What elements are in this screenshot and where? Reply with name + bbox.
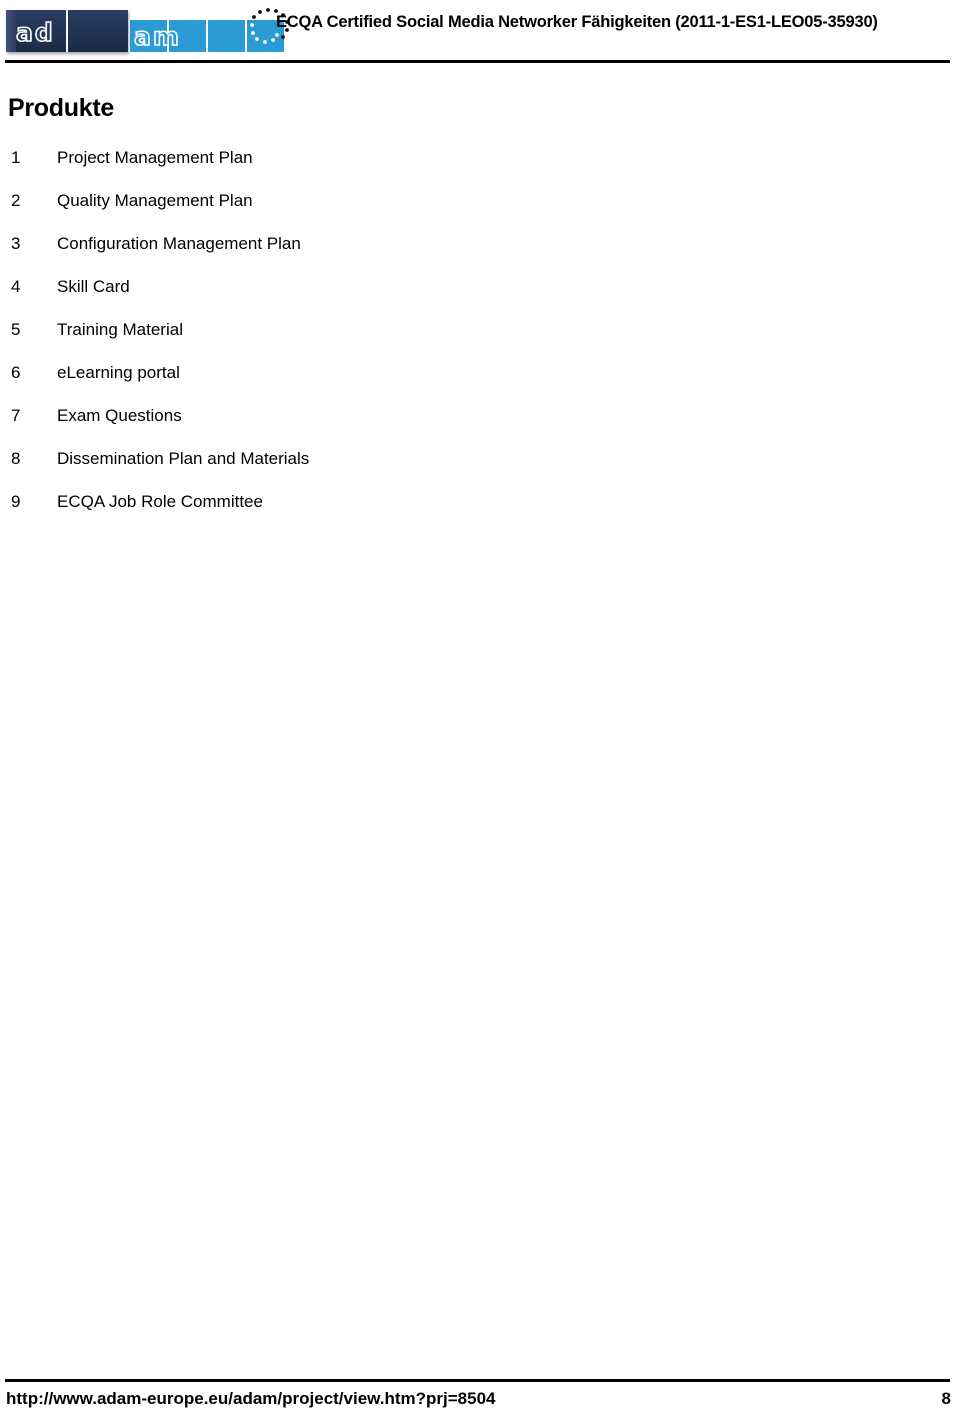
product-number: 4 [11,277,21,296]
product-label: Training Material [57,320,183,339]
product-number: 8 [11,449,21,468]
page-title: Produkte [8,94,114,122]
header-divider [5,60,950,63]
product-row: 5 Training Material [0,320,900,363]
product-row: 8 Dissemination Plan and Materials [0,449,900,492]
product-number: 6 [11,363,21,382]
footer-source-url[interactable]: http://www.adam-europe.eu/adam/project/v… [6,1389,496,1409]
product-label: Project Management Plan [57,148,253,167]
product-row: 4 Skill Card [0,277,900,320]
product-label: Quality Management Plan [57,191,253,210]
product-number: 7 [11,406,21,425]
product-number: 9 [11,492,21,511]
logo-ad-text: ad [15,18,55,47]
product-label: Exam Questions [57,406,182,425]
footer-page-number: 8 [941,1389,951,1408]
product-number: 2 [11,191,21,210]
product-list: 1 Project Management Plan 2 Quality Managem… [0,148,900,535]
adam-logo: ad am [6,6,289,54]
product-row: 6 eLearning portal [0,363,900,406]
logo-dark-panel: ad [6,10,128,52]
product-number: 5 [11,320,21,339]
product-label: Configuration Management Plan [57,234,301,253]
product-number: 1 [11,148,21,167]
logo-dark-panel-divider [66,10,68,52]
product-row: 3 Configuration Management Plan [0,234,900,277]
product-row: 1 Project Management Plan [0,148,900,191]
product-number: 3 [11,234,21,253]
product-label: eLearning portal [57,363,180,382]
product-label: ECQA Job Role Committee [57,492,263,511]
product-row: 2 Quality Management Plan [0,191,900,234]
logo-dark-panel-edge [6,10,16,52]
product-label: Skill Card [57,277,130,296]
page-header: ad am ECQA Certified Social Media Networ… [0,0,960,63]
product-row: 7 Exam Questions [0,406,900,449]
footer-divider [5,1379,950,1382]
header-project-title: ECQA Certified Social Media Networker Fä… [276,13,878,31]
logo-am-text: am [133,22,181,51]
product-label: Dissemination Plan and Materials [57,449,310,468]
page-footer: http://www.adam-europe.eu/adam/project/v… [0,1359,960,1417]
product-row: 9 ECQA Job Role Committee [0,492,900,535]
